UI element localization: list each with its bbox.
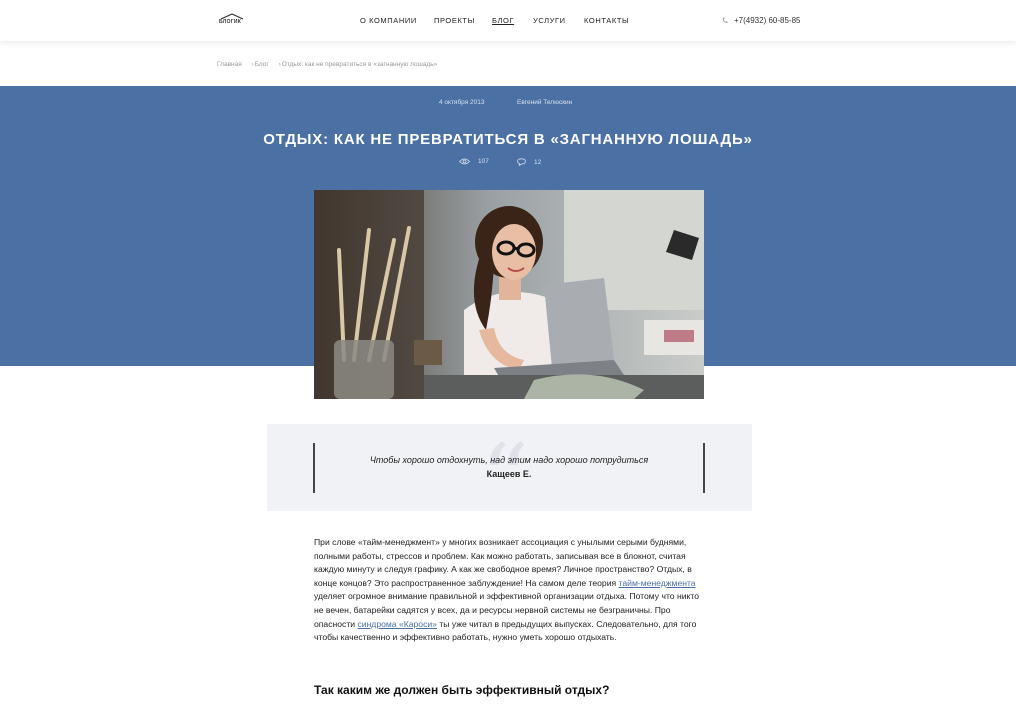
eye-icon <box>459 158 470 165</box>
views-count: 107 <box>459 158 489 165</box>
breadcrumb-blog[interactable]: Блог <box>255 61 269 68</box>
breadcrumb-separator: › <box>278 61 281 68</box>
breadcrumb: Главная ›Блог ›Отдых: как не превратитьс… <box>217 61 445 68</box>
nav-item-services[interactable]: УСЛУГИ <box>533 16 566 25</box>
quote-border-left <box>313 443 315 493</box>
quote-mark-icon: “ <box>480 424 530 536</box>
woman-laptop-illustration <box>314 190 704 399</box>
post-image <box>314 190 704 399</box>
comment-icon <box>517 158 526 166</box>
header-phone[interactable]: +7(4932) 60-85-85 <box>722 16 801 25</box>
phone-icon <box>722 17 728 23</box>
link-karoshi-syndrome[interactable]: синдрома «Кароси» <box>357 619 437 629</box>
post-title: ОТДЫХ: КАК НЕ ПРЕВРАТИТЬСЯ В «ЗАГНАННУЮ … <box>263 131 753 148</box>
nav-item-contacts[interactable]: КОНТАКТЫ <box>584 16 629 25</box>
nav-item-company[interactable]: О КОМПАНИИ <box>360 16 417 25</box>
article-body: При слове «тайм-менеджмент» у многих воз… <box>314 536 706 645</box>
site-header: БЛОГИК О КОМПАНИИ ПРОЕКТЫ БЛОГ УСЛУГИ КО… <box>0 0 1016 41</box>
post-date: 4 октября 2013 <box>439 99 485 106</box>
views-value: 107 <box>478 158 489 165</box>
comments-count[interactable]: 12 <box>517 158 541 166</box>
phone-number: +7(4932) 60-85-85 <box>734 16 801 25</box>
quote-border-right <box>703 443 705 493</box>
quote-author: Кащеев Е. <box>486 469 532 479</box>
logo-text: БЛОГИК <box>219 19 242 25</box>
article-subheading: Так каким же должен быть эффективный отд… <box>314 683 610 697</box>
nav-item-projects[interactable]: ПРОЕКТЫ <box>434 16 475 25</box>
nav-item-blog[interactable]: БЛОГ <box>492 16 514 25</box>
link-time-management[interactable]: тайм-менеджмента <box>619 578 696 588</box>
quote-text: Чтобы хорошо отдохнуть, над этим надо хо… <box>369 455 649 465</box>
breadcrumb-home[interactable]: Главная <box>217 61 242 68</box>
breadcrumb-separator: › <box>251 61 254 68</box>
breadcrumb-current: Отдых: как не превратиться в «загнанную … <box>281 61 438 68</box>
comments-value: 12 <box>534 158 542 166</box>
post-author[interactable]: Евгений Телюскин <box>517 99 572 106</box>
logo[interactable]: БЛОГИК <box>219 13 245 27</box>
